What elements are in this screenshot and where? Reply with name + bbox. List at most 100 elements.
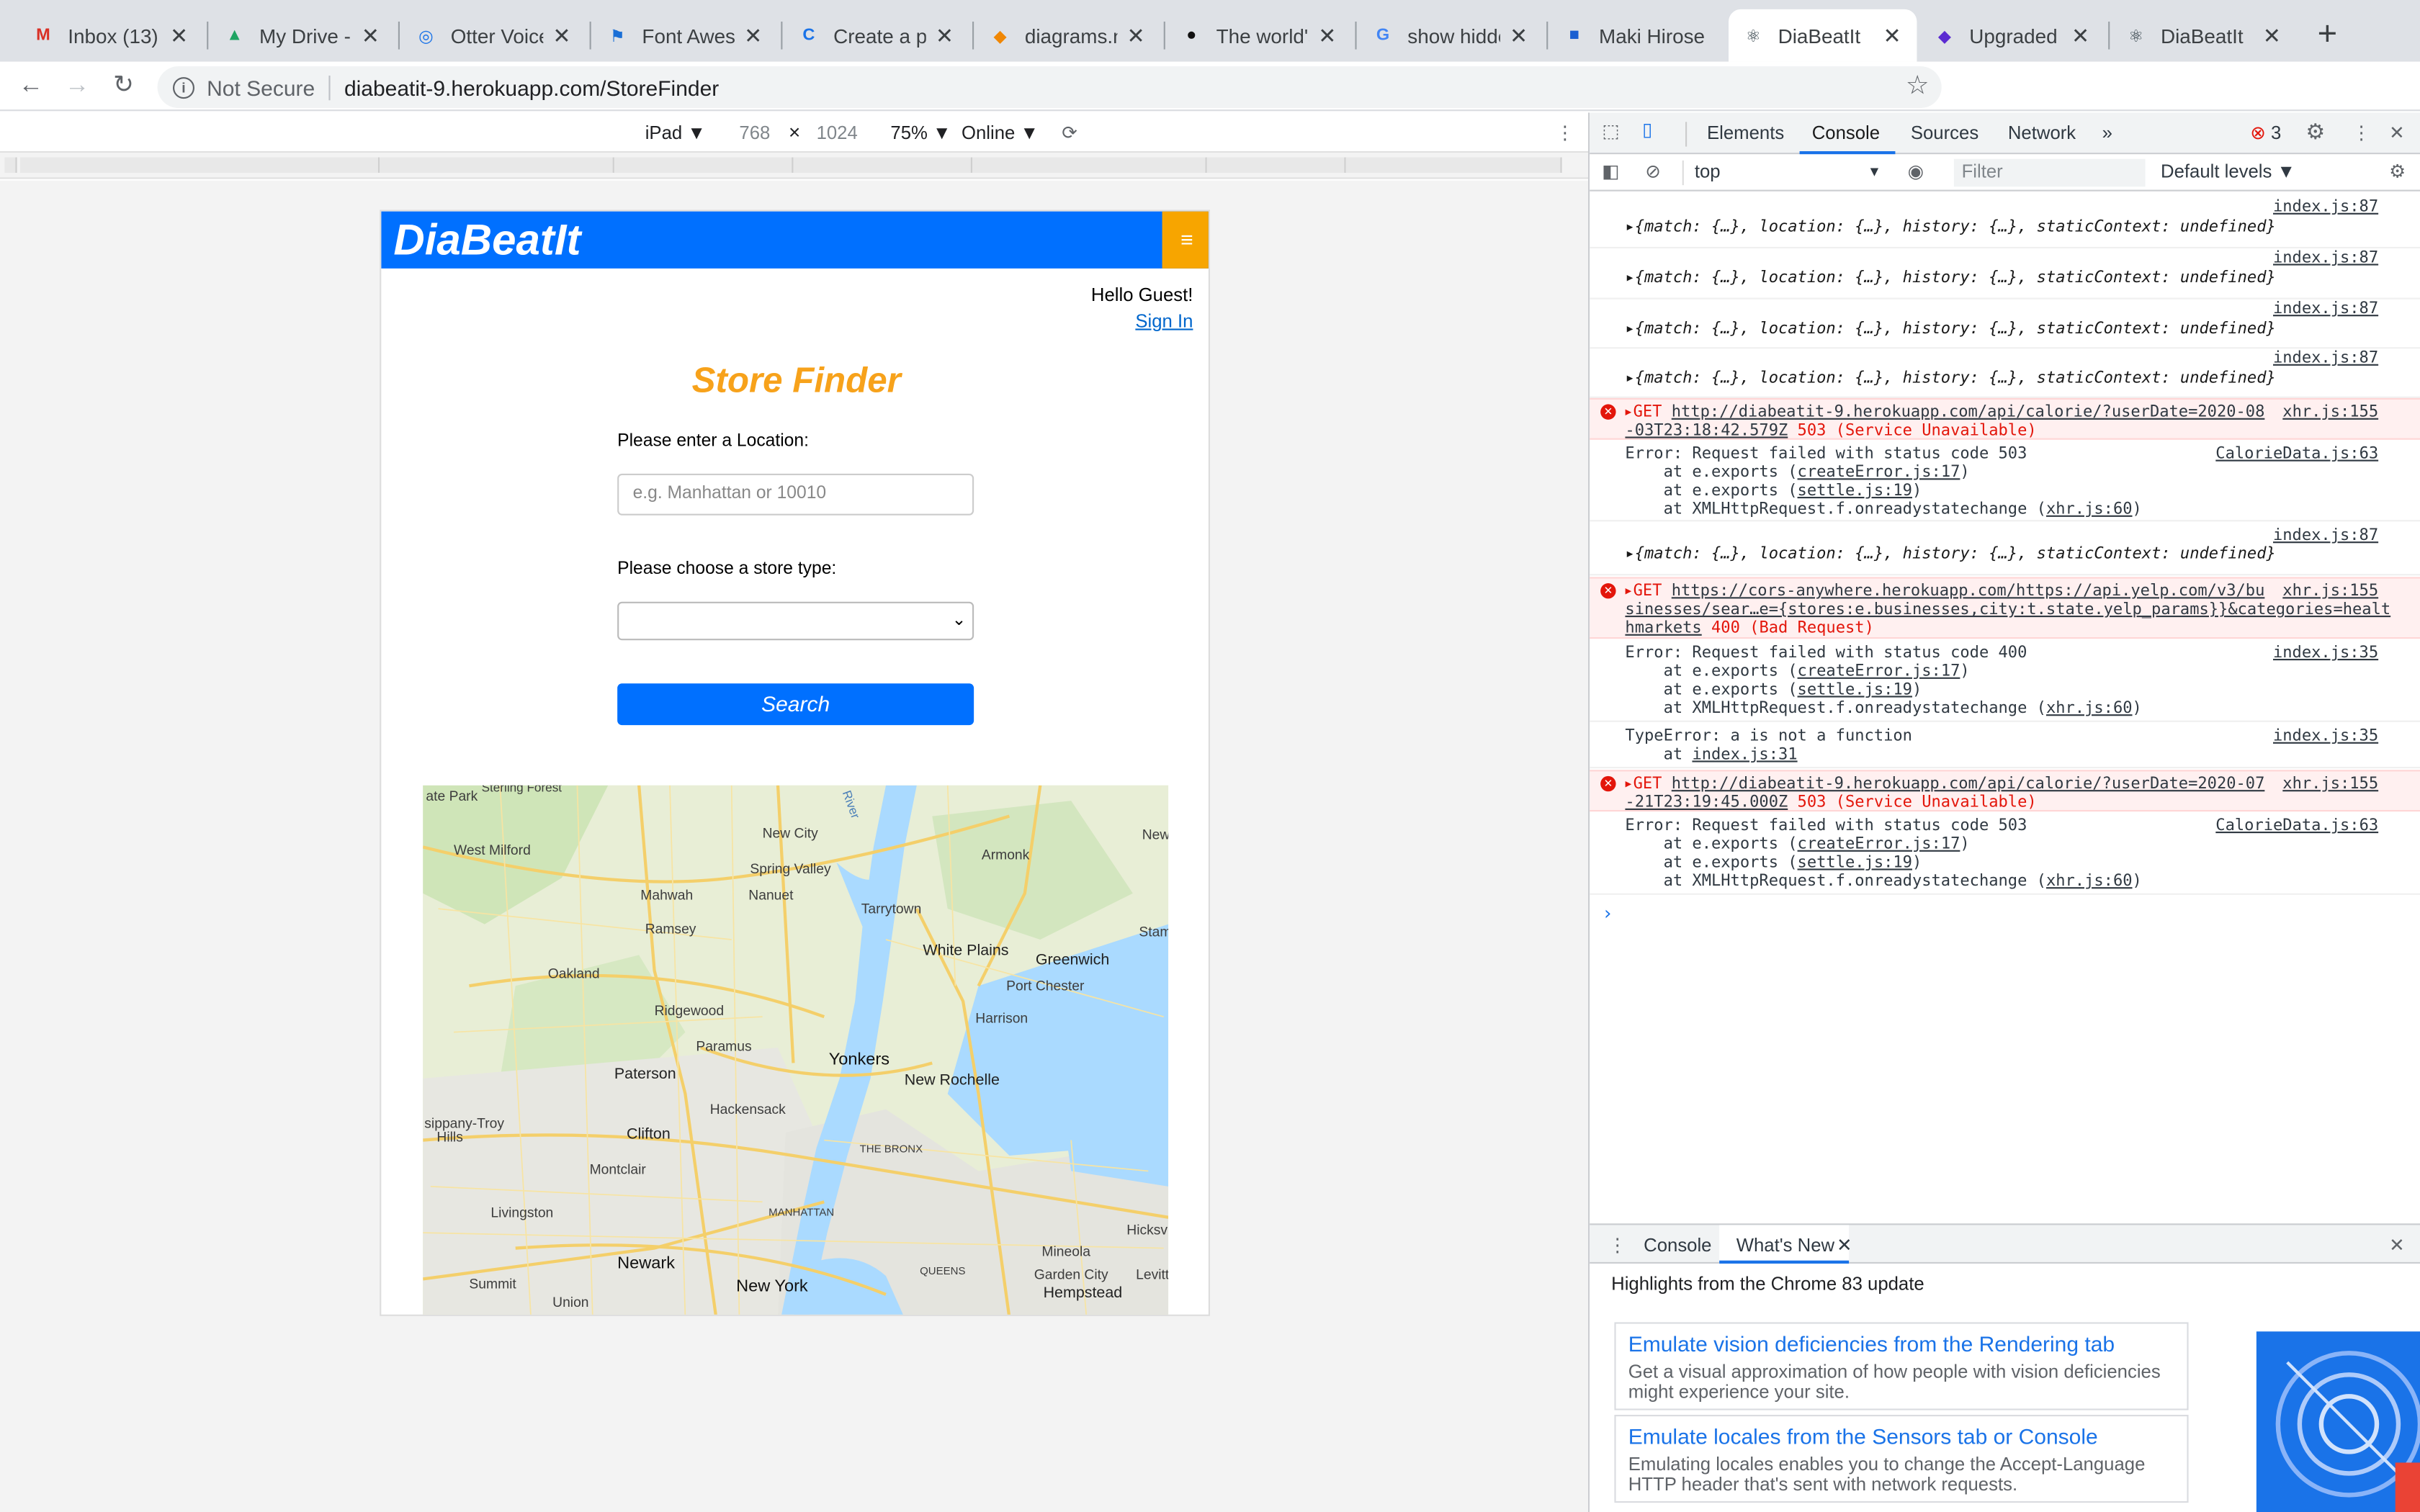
browser-tab[interactable]: M Inbox (13) - ✕ (19, 9, 204, 62)
drawer-tab-console[interactable]: Console (1644, 1234, 1711, 1256)
whats-new-card[interactable]: Emulate vision deficiencies from the Ren… (1614, 1322, 2189, 1410)
live-expression-eye-icon[interactable]: ◉ (1908, 161, 1924, 182)
log-object[interactable]: ▸{match: {…}, location: {…}, history: {…… (1625, 544, 2275, 563)
close-tab-icon[interactable]: ✕ (1506, 22, 1531, 48)
close-tab-icon[interactable]: ✕ (2259, 22, 2284, 48)
inspect-element-icon[interactable]: ⬚ (1602, 120, 1619, 142)
tab-console[interactable]: Console (1812, 122, 1880, 143)
source-link[interactable]: CalorieData.js:63 (2215, 444, 2378, 463)
security-status[interactable]: Not Secure (207, 75, 315, 99)
request-url[interactable]: http://diabeatit-9.herokuapp.com/api/cal… (1672, 775, 2265, 793)
close-tab-icon[interactable]: ✕ (1880, 22, 1904, 48)
clear-console-icon[interactable]: ⊘ (1645, 161, 1661, 182)
browser-tab[interactable]: ◆ diagrams.ne✕ (975, 9, 1160, 62)
search-button[interactable]: Search (617, 683, 974, 726)
browser-tab-active[interactable]: ⚛ DiaBeatIt ✕ (1729, 9, 1917, 62)
url-text[interactable]: diabeatit-9.herokuapp.com/StoreFinder (344, 75, 719, 99)
forward-icon[interactable]: → (58, 68, 95, 104)
device-select[interactable]: iPad ▼ (645, 122, 706, 143)
stack-link[interactable]: xhr.js:60 (2046, 500, 2133, 518)
browser-tab[interactable]: ⚑ Font Aweso✕ (593, 9, 778, 62)
log-levels-select[interactable]: Default levels ▼ (2161, 161, 2295, 182)
browser-tab[interactable]: Gshow hidde ✕ (1358, 9, 1543, 62)
drawer-tab-whats-new[interactable]: What's New (1736, 1234, 1834, 1256)
source-link[interactable]: CalorieData.js:63 (2215, 816, 2378, 835)
info-icon[interactable]: i (173, 76, 194, 99)
source-link[interactable]: index.js:87 (2273, 526, 2378, 545)
browser-tab[interactable]: ■ Maki Hirose (1549, 9, 1725, 62)
tab-network[interactable]: Network (2008, 122, 2076, 143)
source-link[interactable]: index.js:87 (2273, 348, 2378, 367)
more-tabs-icon[interactable]: » (2102, 122, 2112, 143)
network-select[interactable]: Online ▼ (962, 122, 1039, 143)
source-link[interactable]: xhr.js:155 (2282, 402, 2378, 421)
tab-sources[interactable]: Sources (1911, 122, 1978, 143)
whats-new-card[interactable]: Emulate locales from the Sensors tab or … (1614, 1414, 2189, 1503)
source-link[interactable]: index.js:87 (2273, 300, 2378, 318)
back-icon[interactable]: ← (12, 68, 49, 104)
request-url-continued[interactable]: hmarkets (1625, 618, 1701, 637)
stack-link[interactable]: settle.js:19 (1798, 853, 1912, 872)
bookmark-star-icon[interactable]: ☆ (1906, 71, 1930, 102)
console-settings-icon[interactable]: ⚙ (2389, 161, 2406, 182)
settings-gear-icon[interactable]: ⚙ (2305, 119, 2325, 145)
source-link[interactable]: index.js:87 (2273, 197, 2378, 216)
new-tab-button[interactable]: + (2309, 12, 2346, 55)
request-url[interactable]: https://cors-anywhere.herokuapp.com/http… (1672, 582, 2265, 600)
zoom-select[interactable]: 75% ▼ (890, 122, 951, 143)
source-link[interactable]: index.js:87 (2273, 248, 2378, 267)
log-object[interactable]: ▸{match: {…}, location: {…}, history: {…… (1625, 269, 2275, 287)
context-select[interactable]: top (1695, 161, 1721, 182)
console-filter-input[interactable]: Filter (1953, 158, 2146, 187)
request-url-continued[interactable]: sinesses/sear…e={stores:e.businesses,cit… (1625, 600, 2390, 619)
close-drawer-tab-icon[interactable]: ✕ (1837, 1234, 1852, 1256)
close-tab-icon[interactable]: ✕ (741, 22, 766, 48)
source-link[interactable]: xhr.js:155 (2282, 582, 2378, 600)
stack-link[interactable]: xhr.js:60 (2046, 872, 2133, 891)
stack-link[interactable]: createError.js:17 (1798, 463, 1960, 482)
browser-tab[interactable]: ⚛ DiaBeatIt ✕ (2111, 9, 2296, 62)
close-tab-icon[interactable]: ✕ (358, 22, 382, 48)
store-type-select[interactable]: ⌄ (617, 601, 974, 641)
width-input[interactable]: 768 (739, 122, 770, 143)
stack-link[interactable]: createError.js:17 (1798, 662, 1960, 680)
location-input[interactable]: e.g. Manhattan or 10010 (617, 473, 974, 516)
log-object[interactable]: ▸{match: {…}, location: {…}, history: {…… (1625, 369, 2275, 387)
drawer-menu-icon[interactable]: ⋮ (1608, 1234, 1627, 1256)
stack-link[interactable]: index.js:31 (1692, 745, 1797, 764)
browser-tab[interactable]: ◎ Otter Voice ✕ (401, 9, 586, 62)
hamburger-menu-icon[interactable]: ≡ (1162, 211, 1209, 269)
log-object[interactable]: ▸{match: {…}, location: {…}, history: {…… (1625, 320, 2275, 338)
log-object[interactable]: ▸{match: {…}, location: {…}, history: {…… (1625, 217, 2275, 236)
devtools-menu-icon[interactable]: ⋮ (2352, 122, 2371, 143)
browser-tab[interactable]: ● The world's ✕ (1167, 9, 1352, 62)
tab-elements[interactable]: Elements (1707, 122, 1784, 143)
address-bar[interactable]: i Not Secure diabeatit-9.herokuapp.com/S… (157, 66, 1942, 108)
stack-link[interactable]: settle.js:19 (1798, 680, 1912, 699)
close-tab-icon[interactable]: ✕ (932, 22, 956, 48)
card-title[interactable]: Emulate vision deficiencies from the Ren… (1628, 1331, 2115, 1356)
app-logo[interactable]: DiaBeatIt (393, 216, 581, 266)
stack-link[interactable]: xhr.js:60 (2046, 699, 2133, 718)
console-prompt[interactable]: › (1602, 903, 1613, 924)
browser-tab[interactable]: ◆ Upgraded - ✕ (1920, 9, 2105, 62)
stack-link[interactable]: settle.js:19 (1798, 482, 1912, 500)
card-title[interactable]: Emulate locales from the Sensors tab or … (1628, 1424, 2098, 1449)
close-tab-icon[interactable]: ✕ (166, 22, 191, 48)
height-input[interactable]: 1024 (817, 122, 858, 143)
request-url-continued[interactable]: -21T23:19:45.000Z (1625, 793, 1788, 811)
source-link[interactable]: index.js:35 (2273, 644, 2378, 662)
sign-in-link[interactable]: Sign In (1135, 310, 1193, 332)
error-counter[interactable]: ⊗ 3 (2250, 122, 2281, 143)
source-link[interactable]: index.js:35 (2273, 726, 2378, 745)
reload-icon[interactable]: ↻ (105, 68, 142, 104)
device-toggle-icon[interactable]: ▯ (1642, 119, 1652, 140)
rotate-icon[interactable]: ⟳ (1062, 122, 1077, 143)
close-tab-icon[interactable]: ✕ (1315, 22, 1340, 48)
sidebar-toggle-icon[interactable]: ◧ (1602, 161, 1619, 182)
close-tab-icon[interactable]: ✕ (550, 22, 574, 48)
close-tab-icon[interactable]: ✕ (1124, 22, 1148, 48)
map[interactable]: ate Park Sterling Forest West Milford Ne… (423, 785, 1169, 1315)
more-options-icon[interactable]: ⋮ (1556, 122, 1574, 143)
request-url[interactable]: http://diabeatit-9.herokuapp.com/api/cal… (1672, 402, 2265, 421)
